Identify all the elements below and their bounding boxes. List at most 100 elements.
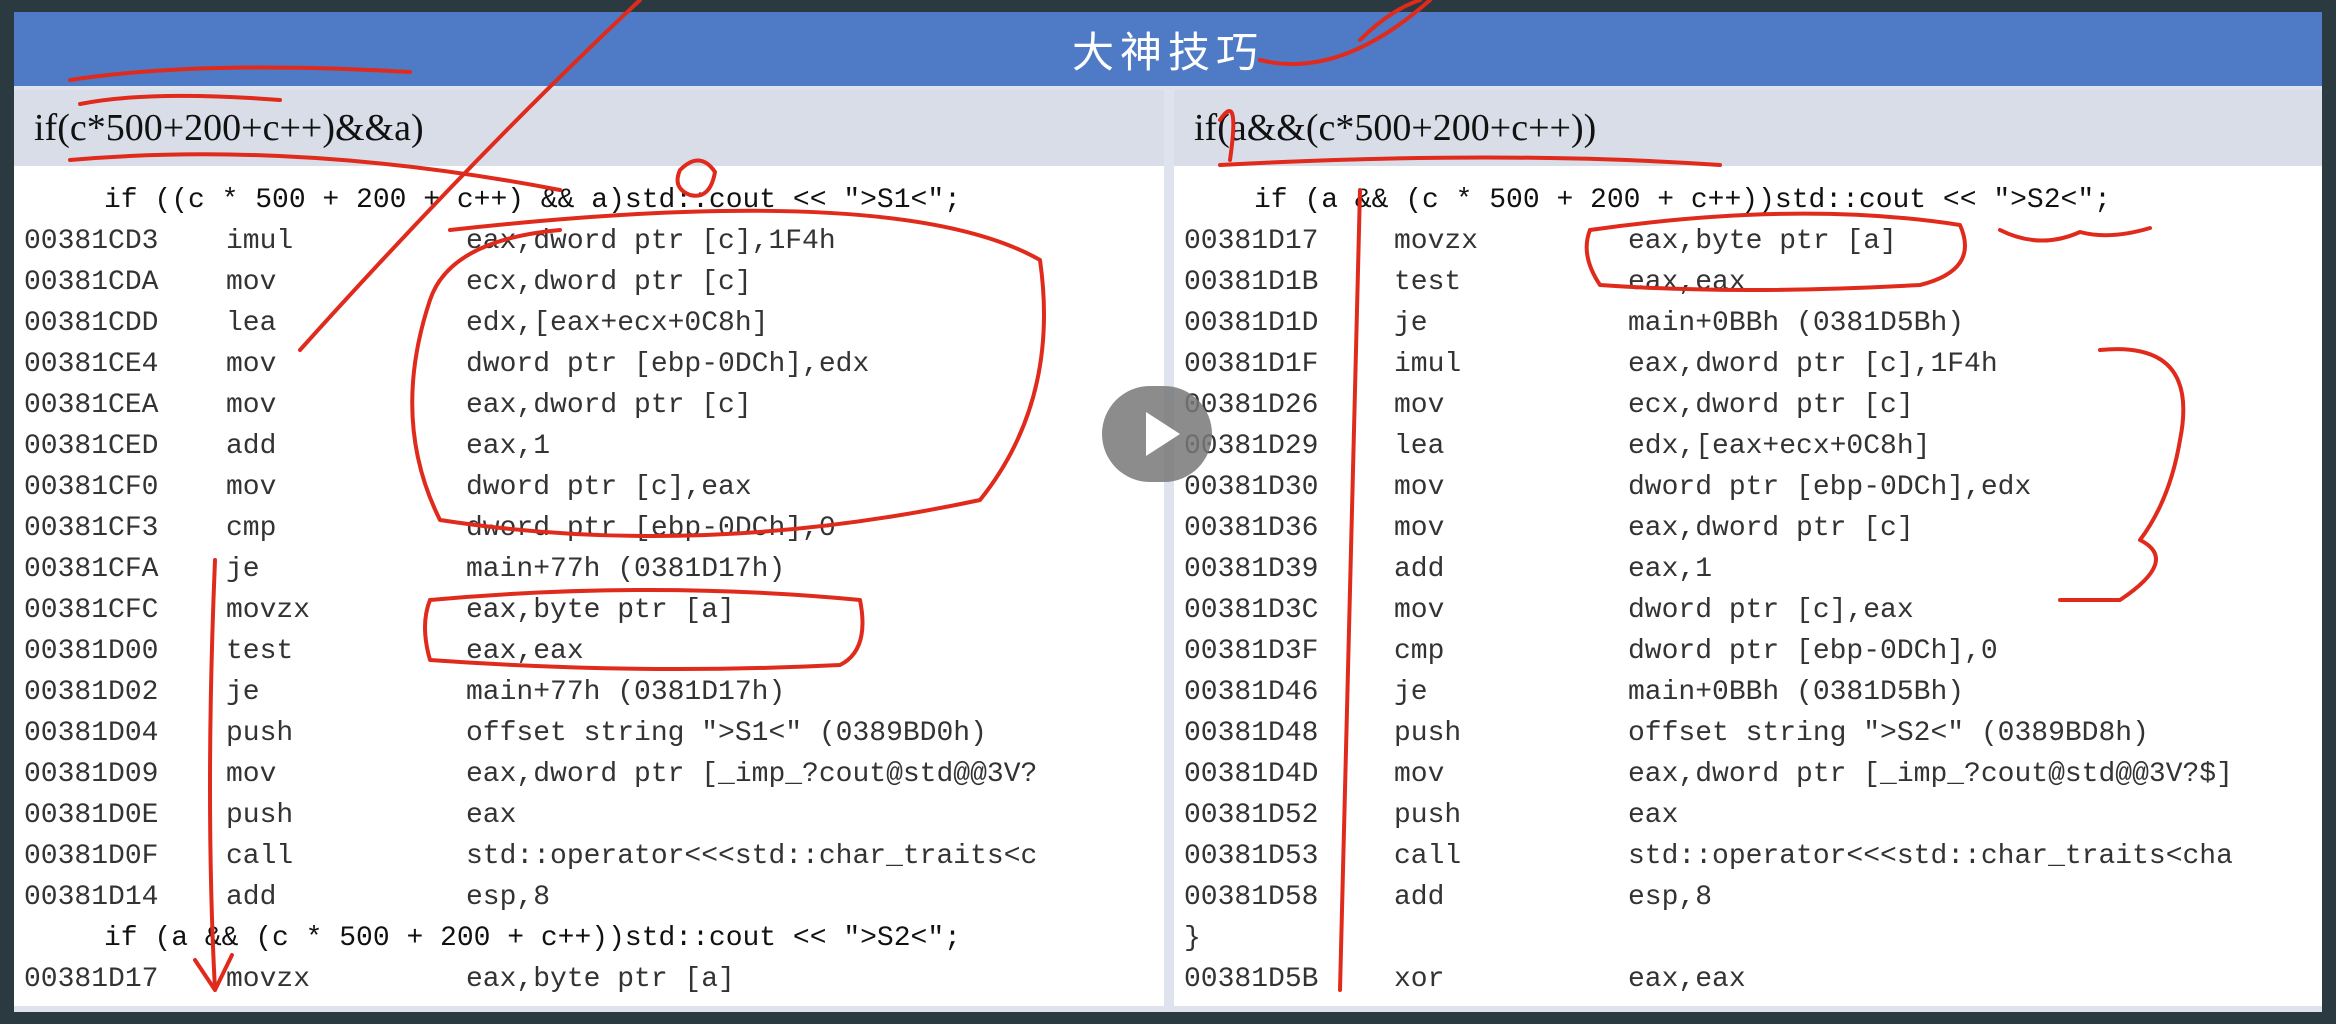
- mnemonic: cmp: [1394, 636, 1445, 667]
- asm-line: 00381CED add eax,1: [14, 426, 1164, 467]
- operands: dword ptr [ebp-0DCh],edx: [1628, 472, 2032, 503]
- asm-line: 00381D17 movzx eax,byte ptr [a]: [14, 959, 1164, 1000]
- operands: ecx,dword ptr [c]: [466, 267, 752, 298]
- address: 00381CE4: [24, 349, 159, 380]
- mnemonic: mov: [1394, 759, 1445, 790]
- asm-line: 00381D39 add eax,1: [1174, 549, 2322, 590]
- operands: eax,dword ptr [c],1F4h: [466, 226, 836, 257]
- asm-line: 00381D48 push offset string ">S2<" (0389BD…: [1174, 713, 2322, 754]
- asm-line: 00381D4D mov eax,dword ptr [_imp_?cout@std…: [1174, 754, 2322, 795]
- mnemonic: add: [1394, 882, 1445, 913]
- address: 00381CFC: [24, 595, 159, 626]
- operands: eax,eax: [466, 636, 584, 667]
- operands: main+77h (0381D17h): [466, 677, 786, 708]
- asm-line: 00381D1F imul eax,dword ptr [c],1F4h: [1174, 344, 2322, 385]
- play-icon: [1146, 412, 1180, 456]
- mnemonic: lea: [226, 308, 277, 339]
- operands: main+0BBh (0381D5Bh): [1628, 308, 1965, 339]
- operands: eax,1: [466, 431, 551, 462]
- operands: eax,eax: [1628, 267, 1746, 298]
- mnemonic: add: [226, 431, 277, 462]
- address: 00381D02: [24, 677, 159, 708]
- address: 00381D17: [1184, 226, 1319, 257]
- mnemonic: mov: [1394, 390, 1445, 421]
- play-button[interactable]: [1102, 386, 1212, 482]
- source-line: if ((c * 500 + 200 + c++) && a)std::cout…: [14, 180, 1164, 221]
- mnemonic: movzx: [226, 595, 311, 626]
- operands: eax,dword ptr [c]: [1628, 513, 1914, 544]
- mnemonic: je: [226, 677, 260, 708]
- mnemonic: movzx: [226, 964, 311, 995]
- operands: eax: [1628, 800, 1679, 831]
- mnemonic: mov: [1394, 513, 1445, 544]
- address: 00381D5B: [1184, 964, 1319, 995]
- operands: std::operator<<<std::char_traits<cha: [1628, 841, 2233, 872]
- slide: 大神技巧 if(c*500+200+c++)&&a) if ((c * 500 …: [14, 12, 2322, 1012]
- address: 00381D3F: [1184, 636, 1319, 667]
- mnemonic: mov: [226, 267, 277, 298]
- address: 00381D4D: [1184, 759, 1319, 790]
- address: 00381D52: [1184, 800, 1319, 831]
- closing-brace: }: [1184, 923, 1201, 954]
- right-column-header: if(a&&(c*500+200+c++)): [1174, 90, 2322, 166]
- operands: std::operator<<<std::char_traits<c: [466, 841, 1038, 872]
- operands: main+77h (0381D17h): [466, 554, 786, 585]
- asm-line: 00381D17 movzx eax,byte ptr [a]: [1174, 221, 2322, 262]
- address: 00381D46: [1184, 677, 1319, 708]
- asm-line: 00381D1D je main+0BBh (0381D5Bh): [1174, 303, 2322, 344]
- address: 00381CEA: [24, 390, 159, 421]
- address: 00381D14: [24, 882, 159, 913]
- mnemonic: cmp: [226, 513, 277, 544]
- address: 00381D1B: [1184, 267, 1319, 298]
- mnemonic: mov: [226, 390, 277, 421]
- mnemonic: lea: [1394, 431, 1445, 462]
- asm-line: 00381CE4 mov dword ptr [ebp-0DCh],edx: [14, 344, 1164, 385]
- mnemonic: imul: [226, 226, 294, 257]
- mnemonic: mov: [226, 759, 277, 790]
- address: 00381D30: [1184, 472, 1319, 503]
- mnemonic: je: [1394, 308, 1428, 339]
- operands: edx,[eax+ecx+0C8h]: [1628, 431, 1931, 462]
- asm-line: 00381CF3 cmp dword ptr [ebp-0DCh],0: [14, 508, 1164, 549]
- mnemonic: mov: [1394, 595, 1445, 626]
- address: 00381D17: [24, 964, 159, 995]
- asm-line: 00381D0E push eax: [14, 795, 1164, 836]
- source-code: if (a && (c * 500 + 200 + c++))std::cout…: [1254, 185, 2111, 216]
- mnemonic: movzx: [1394, 226, 1479, 257]
- asm-line: 00381CF0 mov dword ptr [c],eax: [14, 467, 1164, 508]
- title-bar: 大神技巧: [14, 12, 2322, 86]
- asm-line: 00381D02 je main+77h (0381D17h): [14, 672, 1164, 713]
- address: 00381D3C: [1184, 595, 1319, 626]
- asm-line: 00381CFC movzx eax,byte ptr [a]: [14, 590, 1164, 631]
- operands: offset string ">S2<" (0389BD8h): [1628, 718, 2149, 749]
- asm-line: 00381D5B xor eax,eax: [1174, 959, 2322, 1000]
- left-column: if(c*500+200+c++)&&a) if ((c * 500 + 200…: [14, 90, 1164, 1006]
- operands: eax: [466, 800, 517, 831]
- mnemonic: call: [226, 841, 294, 872]
- left-column-header: if(c*500+200+c++)&&a): [14, 90, 1164, 166]
- operands: dword ptr [ebp-0DCh],edx: [466, 349, 870, 380]
- operands: eax,byte ptr [a]: [1628, 226, 1897, 257]
- address: 00381D53: [1184, 841, 1319, 872]
- asm-line: 00381D3F cmp dword ptr [ebp-0DCh],0: [1174, 631, 2322, 672]
- source-line: if (a && (c * 500 + 200 + c++))std::cout…: [14, 918, 1164, 959]
- asm-line: 00381D36 mov eax,dword ptr [c]: [1174, 508, 2322, 549]
- asm-line: 00381CD3 imul eax,dword ptr [c],1F4h: [14, 221, 1164, 262]
- mnemonic: test: [226, 636, 294, 667]
- operands: main+0BBh (0381D5Bh): [1628, 677, 1965, 708]
- asm-line: 00381CDA mov ecx,dword ptr [c]: [14, 262, 1164, 303]
- operands: dword ptr [c],eax: [466, 472, 752, 503]
- brace-line: }: [1174, 918, 2322, 959]
- asm-line: 00381D29 lea edx,[eax+ecx+0C8h]: [1174, 426, 2322, 467]
- asm-line: 00381D14 add esp,8: [14, 877, 1164, 918]
- mnemonic: mov: [226, 472, 277, 503]
- mnemonic: mov: [226, 349, 277, 380]
- right-column: if(a&&(c*500+200+c++)) if (a && (c * 500…: [1174, 90, 2322, 1006]
- mnemonic: add: [1394, 554, 1445, 585]
- asm-line: 00381D3C mov dword ptr [c],eax: [1174, 590, 2322, 631]
- address: 00381CFA: [24, 554, 159, 585]
- mnemonic: push: [1394, 718, 1462, 749]
- address: 00381D0E: [24, 800, 159, 831]
- address: 00381CF0: [24, 472, 159, 503]
- asm-line: 00381D00 test eax,eax: [14, 631, 1164, 672]
